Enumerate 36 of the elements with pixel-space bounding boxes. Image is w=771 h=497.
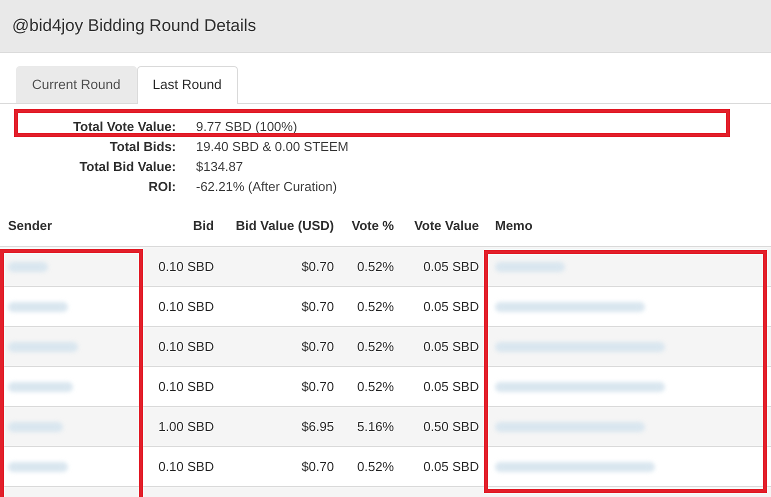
summary-label: Total Bids: (108, 138, 176, 156)
blurred-text (8, 262, 48, 272)
blurred-text (8, 302, 68, 312)
table-cell: 1.00 SBD (140, 406, 222, 446)
summary-value: $134.87 (195, 158, 243, 176)
column-header: Bid (140, 208, 222, 246)
table-cell: 0.05 SBD (402, 246, 487, 286)
blurred-text (8, 382, 73, 392)
table-cell: 0.10 SBD (140, 246, 222, 286)
blurred-text (8, 422, 63, 432)
summary-label: Total Bid Value: (78, 158, 176, 176)
table-cell: $0.70 (222, 326, 342, 366)
blurred-text (8, 342, 78, 352)
blurred-text (495, 262, 565, 272)
table-cell: $6.95 (222, 406, 342, 446)
table-cell: 0.50 SBD (402, 406, 487, 446)
summary-value: -62.21% (After Curation) (195, 178, 337, 196)
column-header: Bid Value (USD) (222, 208, 342, 246)
table-cell: 5.16% (342, 406, 402, 446)
table-cell: $0.70 (222, 246, 342, 286)
summary-label: ROI: (148, 178, 176, 196)
summary-label: Total Vote Value: (72, 118, 176, 136)
column-header: Sender (0, 208, 140, 246)
table-cell: 0.52% (342, 246, 402, 286)
table-cell: 0.10 SBD (140, 326, 222, 366)
summary-value: 9.77 SBD (100%) (195, 118, 298, 136)
table-cell: 0.05 SBD (402, 326, 487, 366)
tab[interactable]: Current Round (16, 66, 137, 104)
summary-value: 19.40 SBD & 0.00 STEEM (195, 138, 348, 156)
column-header: Memo (487, 208, 771, 246)
tab[interactable]: Last Round (136, 66, 238, 104)
column-header: Vote Value (402, 208, 487, 246)
blurred-text (8, 462, 68, 472)
column-header: Vote % (342, 208, 402, 246)
table-cell: 0.52% (342, 326, 402, 366)
window-title: @bid4joy Bidding Round Details (12, 15, 256, 38)
